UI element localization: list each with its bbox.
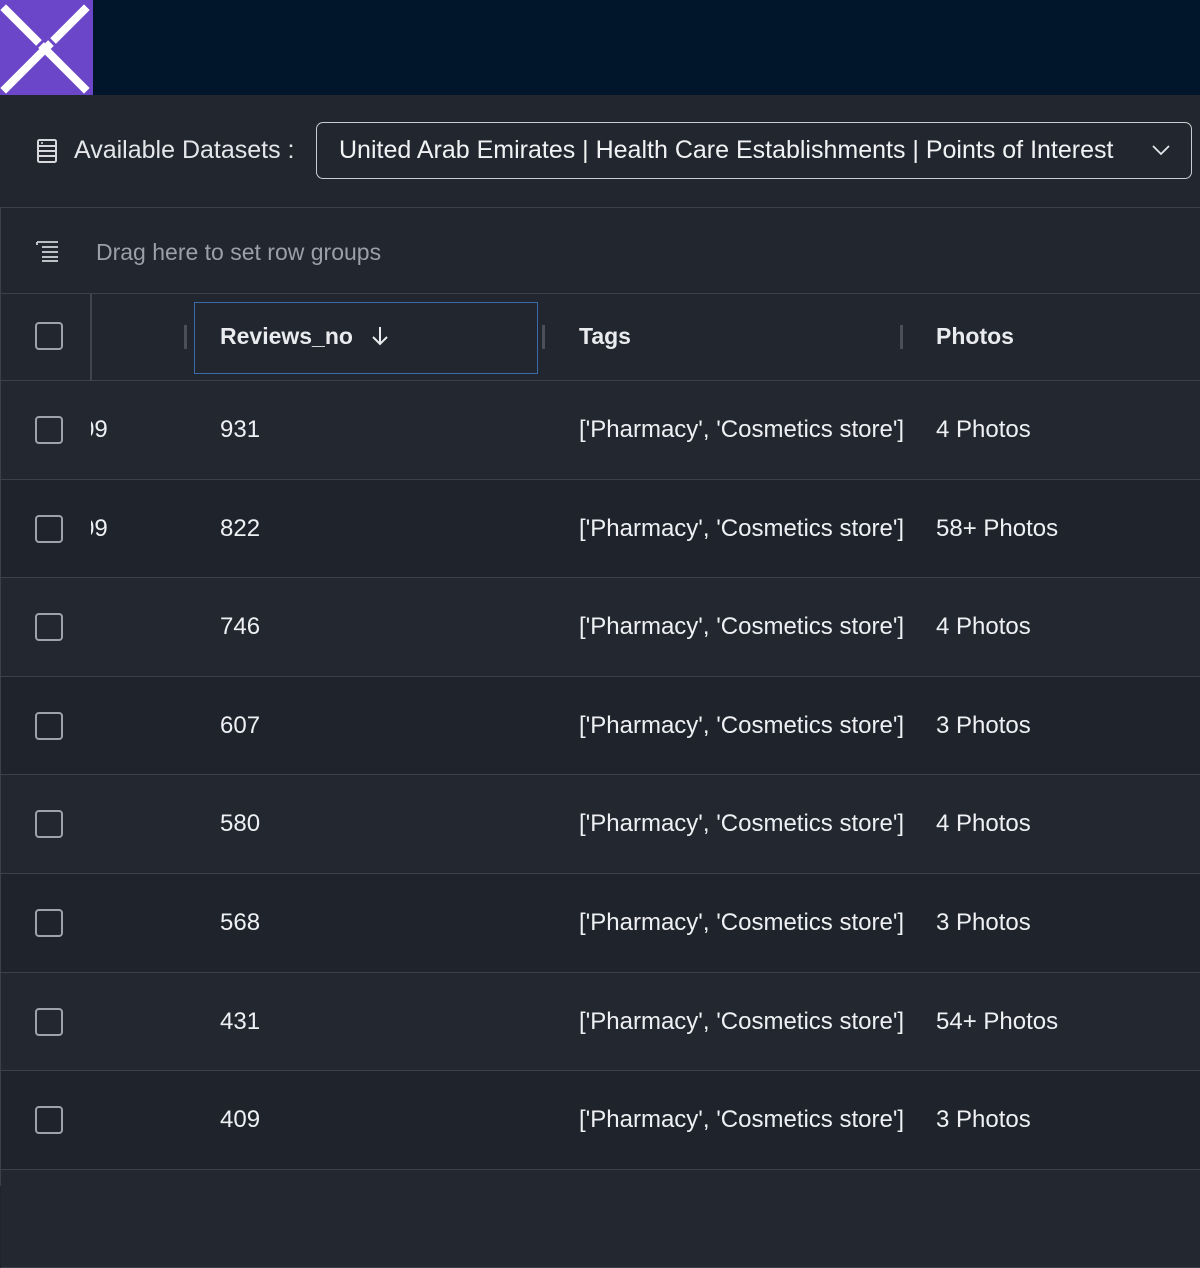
column-resize-handle[interactable]	[900, 325, 903, 349]
reviews-cell: 409	[220, 1106, 261, 1134]
table-row[interactable]: 431 ['Pharmacy', 'Cosmetics store'] 54+ …	[1, 972, 1200, 1072]
photos-cell: 54+ Photos	[936, 1007, 1059, 1035]
dataset-select-value: United Arab Emirates | Health Care Estab…	[339, 136, 1114, 164]
photos-cell: 4 Photos	[936, 613, 1031, 641]
photos-cell: 3 Photos	[936, 711, 1031, 739]
table-row[interactable]: 09 931 ['Pharmacy', 'Cosmetics store'] 4…	[1, 381, 1200, 480]
row-checkbox[interactable]	[35, 1106, 63, 1135]
tags-cell: ['Pharmacy', 'Cosmetics store']	[579, 1007, 905, 1035]
photos-cell: 4 Photos	[936, 416, 1031, 443]
tags-column-header[interactable]: Tags	[579, 323, 631, 350]
table-row[interactable]	[1, 1169, 1200, 1268]
row-group-icon	[36, 241, 58, 262]
reviews-column-title[interactable]: Reviews_no	[220, 323, 353, 350]
tags-cell: ['Pharmacy', 'Cosmetics store']	[579, 1106, 905, 1134]
tags-cell: ['Pharmacy', 'Cosmetics store']	[579, 908, 905, 936]
row-checkbox[interactable]	[35, 416, 63, 444]
chevron-down-icon	[1152, 145, 1170, 156]
arrow-down-icon[interactable]	[369, 324, 391, 348]
reviews-cell: 431	[220, 1007, 261, 1035]
partial-cell-text: 09	[91, 416, 108, 443]
photos-cell: 58+ Photos	[936, 514, 1059, 542]
photos-cell: 3 Photos	[936, 1106, 1031, 1134]
table-row[interactable]: 580 ['Pharmacy', 'Cosmetics store'] 4 Ph…	[1, 775, 1200, 874]
grid-header-row: Reviews_no Tags Photos	[1, 294, 1200, 381]
photos-cell: 4 Photos	[936, 810, 1031, 838]
table-row[interactable]: 568 ['Pharmacy', 'Cosmetics store'] 3 Ph…	[1, 873, 1200, 973]
table-row[interactable]: 607 ['Pharmacy', 'Cosmetics store'] 3 Ph…	[1, 676, 1200, 776]
row-checkbox[interactable]	[35, 711, 63, 740]
row-checkbox[interactable]	[35, 908, 63, 937]
grid-body: 09 931 ['Pharmacy', 'Cosmetics store'] 4…	[1, 381, 1200, 1268]
table-row[interactable]: 746 ['Pharmacy', 'Cosmetics store'] 4 Ph…	[1, 578, 1200, 677]
reviews-cell: 607	[220, 711, 261, 739]
tags-cell: ['Pharmacy', 'Cosmetics store']	[579, 613, 905, 641]
row-checkbox[interactable]	[35, 613, 63, 642]
close-x-logo-icon[interactable]	[0, 0, 93, 95]
column-resize-handle[interactable]	[184, 325, 187, 349]
table-row[interactable]: 409 ['Pharmacy', 'Cosmetics store'] 3 Ph…	[1, 1071, 1200, 1170]
available-datasets-label: Available Datasets :	[74, 136, 295, 164]
photos-column-header[interactable]: Photos	[936, 323, 1014, 350]
column-resize-handle[interactable]	[542, 325, 545, 349]
partial-cell: 09	[91, 515, 151, 543]
photos-cell: 3 Photos	[936, 908, 1031, 936]
data-grid: Drag here to set row groups Reviews_no T…	[0, 207, 1200, 1268]
row-checkbox[interactable]	[35, 514, 63, 543]
top-navigation-bar	[0, 0, 1200, 95]
row-checkbox[interactable]	[35, 810, 63, 839]
table-row[interactable]: 09 822 ['Pharmacy', 'Cosmetics store'] 5…	[1, 479, 1200, 579]
dataset-select[interactable]: United Arab Emirates | Health Care Estab…	[316, 122, 1192, 179]
reviews-cell: 580	[220, 810, 261, 838]
reviews-cell: 746	[220, 613, 261, 641]
reviews-cell: 931	[220, 416, 261, 443]
select-all-checkbox[interactable]	[35, 322, 63, 350]
row-checkbox[interactable]	[35, 1007, 63, 1036]
row-group-drop-zone[interactable]: Drag here to set row groups	[1, 208, 1200, 294]
reviews-cell: 568	[220, 908, 261, 936]
database-icon	[37, 139, 57, 163]
tags-cell: ['Pharmacy', 'Cosmetics store']	[579, 416, 905, 443]
partial-cell-text: 09	[91, 514, 108, 542]
tags-cell: ['Pharmacy', 'Cosmetics store']	[579, 514, 905, 542]
reviews-cell: 822	[220, 514, 261, 542]
row-group-placeholder: Drag here to set row groups	[96, 239, 382, 265]
tags-cell: ['Pharmacy', 'Cosmetics store']	[579, 810, 905, 838]
tags-cell: ['Pharmacy', 'Cosmetics store']	[579, 711, 905, 739]
partial-cell: 09	[91, 416, 151, 444]
